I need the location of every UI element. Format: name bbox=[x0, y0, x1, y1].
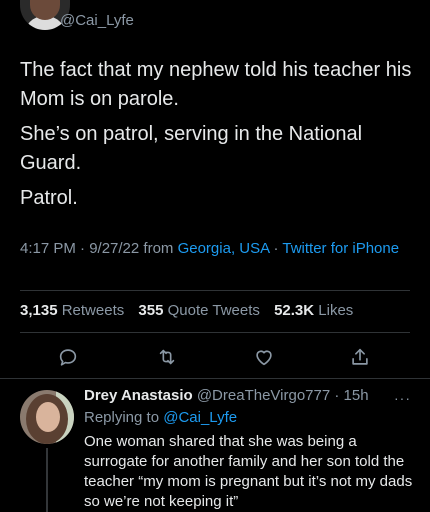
like-icon bbox=[256, 350, 272, 366]
tweet-actions bbox=[0, 340, 430, 374]
divider bbox=[20, 332, 410, 333]
thread-line bbox=[46, 448, 48, 512]
reply-icon bbox=[59, 349, 77, 366]
divider bbox=[20, 290, 410, 291]
reply-author-handle-time[interactable]: @DreaTheVirgo777 · 15h bbox=[197, 387, 369, 404]
tweet-paragraph: The fact that my nephew told his teacher… bbox=[20, 59, 412, 110]
avatar[interactable] bbox=[20, 390, 74, 444]
author-handle[interactable]: @Cai_Lyfe bbox=[60, 12, 134, 29]
tweet-timestamp[interactable]: 4:17 PM · 9/27/22 from bbox=[20, 240, 178, 257]
replying-to: Replying to @Cai_Lyfe bbox=[84, 408, 424, 428]
tweet-text: The fact that my nephew told his teacher… bbox=[20, 56, 415, 219]
tweet-location[interactable]: Georgia, USA bbox=[178, 240, 270, 257]
reply-button[interactable] bbox=[51, 340, 85, 374]
tweet-detail-view: @Cai_Lyfe The fact that my nephew told h… bbox=[0, 0, 430, 512]
likes-stat[interactable]: 52.3K Likes bbox=[274, 302, 353, 319]
retweet-icon bbox=[159, 349, 175, 365]
tweet-metadata: 4:17 PM · 9/27/22 from Georgia, USA · Tw… bbox=[20, 238, 400, 260]
meta-separator: · bbox=[269, 240, 283, 257]
reply-body: Drey Anastasio @DreaTheVirgo777 · 15h Re… bbox=[84, 386, 424, 512]
retweet-button[interactable] bbox=[150, 340, 184, 374]
retweets-stat[interactable]: 3,135 Retweets bbox=[20, 302, 124, 319]
tweet-paragraph: Patrol. bbox=[20, 187, 78, 209]
quotes-stat[interactable]: 355 Quote Tweets bbox=[138, 302, 259, 319]
more-options-icon[interactable]: ··· bbox=[394, 390, 411, 406]
likes-label: Likes bbox=[318, 302, 354, 319]
reply-header: Drey Anastasio @DreaTheVirgo777 · 15h bbox=[84, 386, 424, 406]
likes-count: 52.3K bbox=[274, 302, 315, 319]
retweets-count: 3,135 bbox=[20, 302, 58, 319]
avatar-face bbox=[36, 402, 60, 432]
quotes-label: Quote Tweets bbox=[167, 302, 260, 319]
replying-to-prefix: Replying to bbox=[84, 409, 164, 426]
retweets-label: Retweets bbox=[61, 302, 125, 319]
share-icon bbox=[352, 348, 368, 365]
tweet-stats: 3,135 Retweets 355 Quote Tweets 52.3K Li… bbox=[20, 302, 353, 319]
like-button[interactable] bbox=[247, 340, 281, 374]
reply-text: One woman shared that she was being a su… bbox=[84, 433, 413, 510]
reply-tweet[interactable]: Drey Anastasio @DreaTheVirgo777 · 15h Re… bbox=[0, 386, 430, 512]
tweet-paragraph: She’s on patrol, serving in the National… bbox=[20, 123, 363, 174]
replying-to-handle[interactable]: @Cai_Lyfe bbox=[163, 409, 237, 426]
tweet-source[interactable]: Twitter for iPhone bbox=[282, 240, 399, 257]
quotes-count: 355 bbox=[138, 302, 164, 319]
divider bbox=[0, 378, 430, 379]
share-button[interactable] bbox=[343, 340, 377, 374]
reply-author-name[interactable]: Drey Anastasio bbox=[84, 387, 193, 404]
